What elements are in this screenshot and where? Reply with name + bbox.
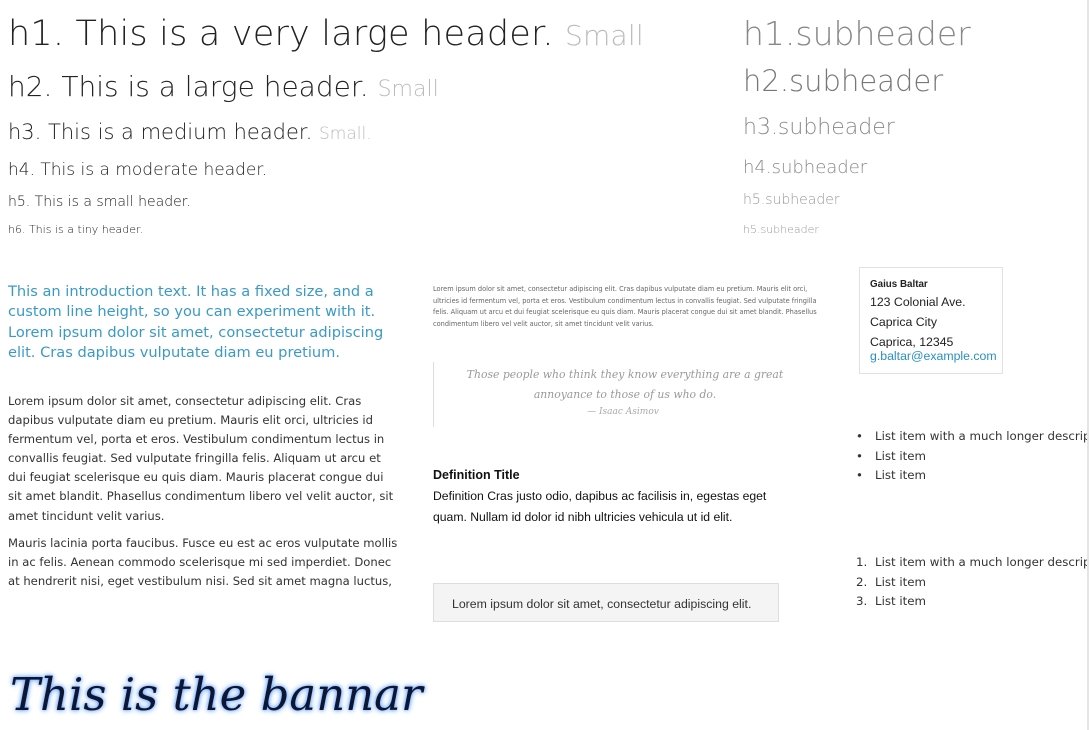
h2-header: h2. This is a large header. Small: [8, 70, 439, 103]
h1-header: h1. This is a very large header. Small: [8, 14, 644, 54]
h5-subheader: h5.subheader: [743, 192, 840, 208]
list-item: 2. List item: [856, 573, 1089, 593]
list-item-text: List item: [875, 594, 927, 608]
h5-header: h5. This is a small header.: [8, 194, 191, 210]
blockquote: Those people who think they know everyth…: [433, 362, 812, 427]
bullet-marker: •: [856, 468, 863, 482]
list-item-text: List item: [875, 468, 927, 482]
address-street: 123 Colonial Ave.: [870, 295, 966, 309]
list-item: 3. List item: [856, 592, 1089, 612]
address-city: Caprica City: [870, 315, 937, 330]
list-item-text: List item: [875, 448, 927, 463]
h3-small: Small.: [319, 124, 372, 144]
definition-list: Definition Title Definition Cras justo o…: [433, 467, 793, 527]
h5-subheader-small: h5.subheader: [743, 223, 819, 236]
address-email-link[interactable]: g.baltar@example.com: [870, 348, 1002, 364]
list-item: • List item: [856, 466, 1089, 486]
list-item: • List item with a much longer descriptio…: [856, 427, 1089, 447]
h2-subheader: h2.subheader: [743, 64, 944, 98]
h2-text: h2. This is a large header.: [8, 70, 369, 103]
number-marker: 2.: [856, 574, 868, 589]
bullet-marker: •: [856, 429, 863, 443]
body-paragraph: Lorem ipsum dolor sit amet, consectetur …: [8, 394, 394, 523]
unordered-list: • List item with a much longer descriptio…: [856, 427, 1089, 486]
list-item: 1. List item with a much longer descripti…: [856, 553, 1089, 573]
definition-body: Definition Cras justo odio, dapibus ac f…: [433, 489, 767, 524]
h3-header: h3. This is a medium header. Small.: [8, 120, 372, 144]
code-box: Lorem ipsum dolor sit amet, consectetur …: [433, 583, 779, 622]
h4-subheader: h4.subheader: [743, 157, 868, 178]
body-paragraph-2: Mauris lacinia porta faucibus. Fusce eu …: [8, 536, 398, 589]
address-city-zip: Caprica, 12345: [870, 335, 954, 349]
h3-text: h3. This is a medium header.: [8, 120, 313, 144]
h1-subheader: h1.subheader: [743, 14, 971, 50]
h1-small: Small: [565, 19, 644, 52]
h6-header: h6. This is a tiny header.: [8, 223, 144, 236]
h4-header: h4. This is a moderate header.: [8, 160, 268, 180]
quote-text: Those people who think they know everyth…: [466, 368, 784, 401]
h3-subheader: h3.subheader: [743, 115, 895, 140]
ordered-list: 1. List item with a much longer descripti…: [856, 553, 1089, 612]
h2-small: Small: [377, 77, 439, 102]
list-item-text: List item with a much longer description: [875, 429, 1089, 443]
number-marker: 1.: [856, 555, 868, 569]
number-marker: 3.: [856, 594, 868, 608]
list-item: • List item: [856, 447, 1089, 467]
definition-title: Definition Title: [433, 468, 520, 482]
list-item-text: List item with a much longer description: [875, 555, 1089, 569]
banner-text: This is the bannar: [10, 668, 423, 721]
list-item-text: List item: [875, 574, 927, 589]
address-card: Gaius Baltar 123 Colonial Ave. Caprica C…: [859, 267, 1003, 374]
fine-print: Lorem ipsum dolor sit amet, consectetur …: [433, 285, 817, 328]
bullet-marker: •: [856, 448, 863, 463]
intro-text: This an introduction text. It has a fixe…: [8, 283, 384, 361]
address-name: Gaius Baltar: [870, 279, 928, 290]
h1-text: h1. This is a very large header.: [8, 14, 554, 54]
quote-cite: — Isaac Asimov: [587, 407, 659, 417]
